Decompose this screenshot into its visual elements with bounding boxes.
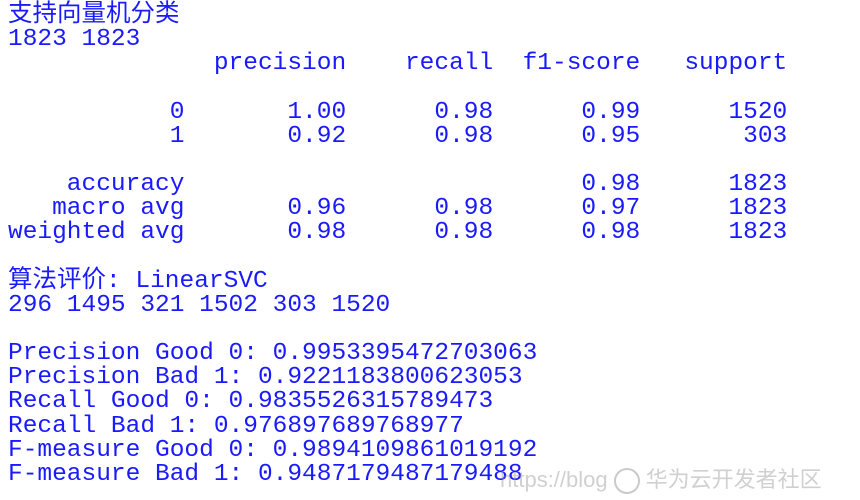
cell-precision <box>184 171 346 198</box>
metric-line: Precision Bad 1: 0.9221183800623053 <box>8 364 787 392</box>
row-label: weighted avg <box>8 219 185 247</box>
header-text: 支持向量机分类 <box>8 2 180 30</box>
metric-text: Precision Good 0: 0.9953395472703063 <box>8 340 538 368</box>
console-output: 支持向量机分类 1823 1823 precision recall f1-sco… <box>8 0 787 487</box>
metric-text: Precision Bad 1: 0.9221183800623053 <box>8 364 523 392</box>
row-label: macro avg <box>8 195 185 223</box>
report-row: 1 0.92 0.98 0.95 303 <box>8 122 788 150</box>
watermark: https://blog 华为云开发者社区 <box>500 462 822 495</box>
evaluation-counts: 296 1495 321 1502 303 1520 <box>8 291 787 319</box>
header-line: 支持向量机分类 <box>8 2 787 30</box>
cell-f1: 0.95 <box>493 122 641 150</box>
evaluation-title-text: 算法评价: LinearSVC <box>8 267 268 295</box>
cell-recall: 0.98 <box>346 195 494 223</box>
metric-text: Recall Bad 1: 0.976897689768977 <box>8 412 464 440</box>
cell-recall <box>346 171 493 198</box>
cell-support: 1823 <box>640 171 788 199</box>
watermark-url: https://blog <box>500 467 608 492</box>
cell-precision: 0.98 <box>184 219 347 247</box>
cell-recall: 0.98 <box>346 98 494 126</box>
cell-support: 1520 <box>640 98 788 126</box>
row-label: 1 <box>8 122 185 150</box>
watermark-brand: 华为云开发者社区 <box>645 467 822 492</box>
column-header: support <box>640 50 788 78</box>
report-row: 0 1.00 0.98 0.99 1520 <box>8 98 788 126</box>
report-row: weighted avg 0.98 0.98 0.98 1823 <box>8 219 788 247</box>
column-header: precision <box>184 50 347 78</box>
cell-precision: 0.92 <box>184 122 347 150</box>
metric-text: F-measure Bad 1: 0.9487179487179488 <box>8 460 523 488</box>
report-row: macro avg 0.96 0.98 0.97 1823 <box>8 195 788 223</box>
cell-f1: 0.98 <box>493 171 641 199</box>
header-text: 1823 1823 <box>8 26 141 54</box>
report-header: precision recall f1-score support <box>8 50 788 78</box>
cell-recall: 0.98 <box>346 219 494 247</box>
cell-support: 1823 <box>640 219 788 247</box>
row-label: accuracy <box>8 171 185 199</box>
weibo-icon <box>613 468 640 495</box>
metric-text: F-measure Good 0: 0.9894109861019192 <box>8 436 538 464</box>
metric-line: F-measure Good 0: 0.9894109861019192 <box>8 436 787 464</box>
cell-f1: 0.99 <box>493 98 641 126</box>
metric-text: Recall Good 0: 0.9835526315789473 <box>8 388 494 416</box>
cell-recall: 0.98 <box>346 122 494 150</box>
evaluation-title: 算法评价: LinearSVC <box>8 267 787 295</box>
column-header: f1-score <box>493 50 641 78</box>
evaluation-counts-text: 296 1495 321 1502 303 1520 <box>8 291 391 319</box>
cell-f1: 0.97 <box>493 195 641 223</box>
metric-line: Precision Good 0: 0.9953395472703063 <box>8 340 787 368</box>
metric-line: Recall Good 0: 0.9835526315789473 <box>8 388 787 416</box>
column-header: recall <box>346 50 494 78</box>
cell-support: 1823 <box>640 195 788 223</box>
row-label: 0 <box>8 98 185 126</box>
cell-support: 303 <box>640 122 788 150</box>
header-line: 1823 1823 <box>8 26 787 54</box>
cell-precision: 0.96 <box>184 195 347 223</box>
cell-precision: 1.00 <box>184 98 347 126</box>
report-row: accuracy 0.98 1823 <box>8 171 788 199</box>
cell-f1: 0.98 <box>493 219 641 247</box>
metric-line: Recall Bad 1: 0.976897689768977 <box>8 412 787 440</box>
